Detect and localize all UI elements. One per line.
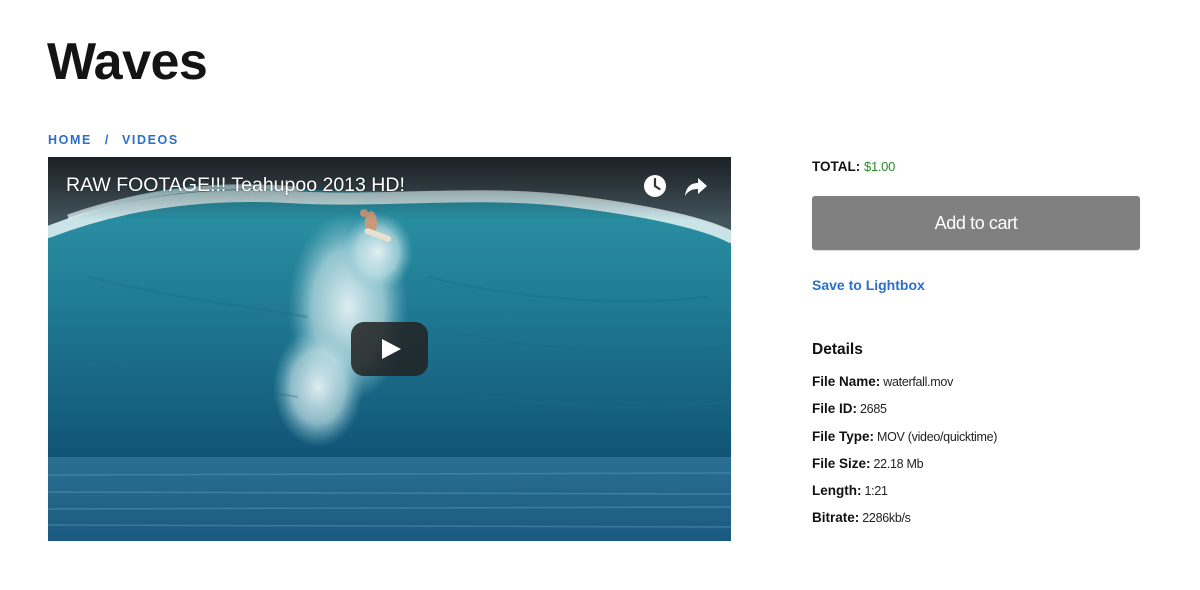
- price-value: $1.00: [864, 159, 896, 174]
- breadcrumb-videos-link[interactable]: VIDEOS: [122, 133, 179, 147]
- detail-value: 1:21: [864, 484, 888, 499]
- save-to-lightbox-link[interactable]: Save to Lightbox: [812, 277, 925, 293]
- detail-value: MOV (video/quicktime): [877, 429, 998, 444]
- share-icon[interactable]: [683, 173, 709, 199]
- detail-label: Length:: [812, 483, 862, 499]
- total-label: TOTAL:: [812, 159, 861, 174]
- detail-label: File Size:: [812, 455, 871, 471]
- play-button[interactable]: [351, 322, 428, 376]
- detail-bitrate: Bitrate: 2286kb/s: [812, 510, 997, 537]
- detail-value: waterfall.mov: [883, 375, 954, 389]
- clock-icon[interactable]: [642, 173, 668, 199]
- video-title[interactable]: RAW FOOTAGE!!! Teahupoo 2013 HD!: [66, 174, 405, 197]
- detail-length: Length: 1:21: [812, 483, 997, 510]
- detail-label: Bitrate:: [812, 510, 860, 526]
- details-list: File Name: waterfall.mov File ID: 2685 Fil…: [812, 374, 997, 538]
- detail-file-size: File Size: 22.18 Mb: [812, 456, 997, 483]
- detail-file-name: File Name: waterfall.mov: [812, 374, 997, 401]
- detail-file-type: File Type: MOV (video/quicktime): [812, 429, 997, 456]
- detail-label: File Type:: [812, 428, 875, 444]
- video-player[interactable]: RAW FOOTAGE!!! Teahupoo 2013 HD!: [48, 157, 731, 541]
- breadcrumb-separator: /: [104, 133, 110, 147]
- breadcrumb-home-link[interactable]: HOME: [48, 133, 92, 147]
- detail-value: 2685: [860, 402, 887, 417]
- total-price: TOTAL: $1.00: [812, 159, 895, 174]
- page-title: Waves: [47, 33, 208, 91]
- detail-file-id: File ID: 2685: [812, 401, 997, 428]
- play-icon: [382, 339, 401, 359]
- breadcrumb: HOME / VIDEOS: [48, 133, 179, 147]
- details-heading: Details: [812, 341, 863, 358]
- detail-value: 2286kb/s: [862, 511, 911, 526]
- detail-label: File Name:: [812, 374, 881, 389]
- detail-label: File ID:: [812, 401, 858, 417]
- add-to-cart-button[interactable]: Add to cart: [812, 196, 1140, 250]
- detail-value: 22.18 Mb: [873, 456, 924, 471]
